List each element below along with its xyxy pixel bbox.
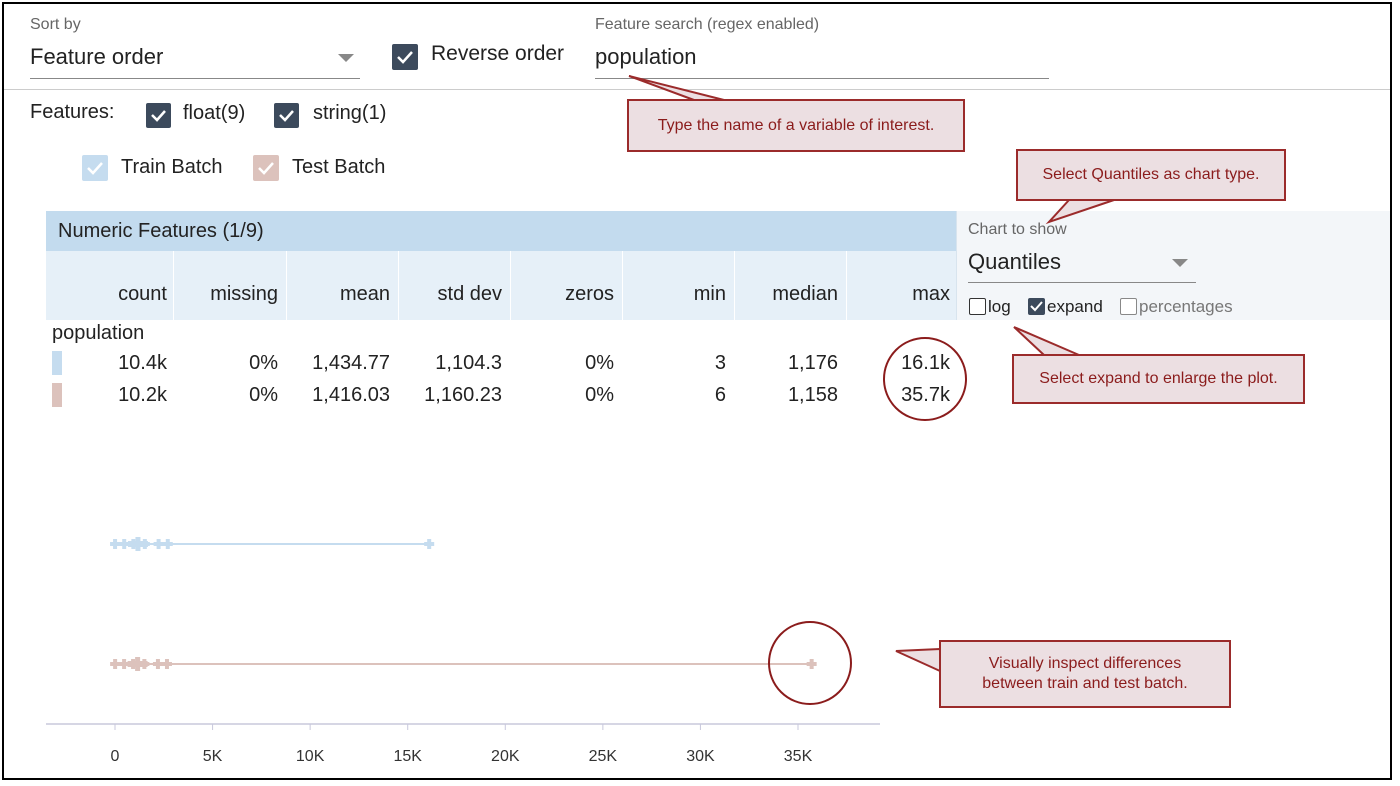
callout-expand-text: Select expand to enlarge the plot. [1039,370,1278,387]
callout-chart-type: Select Quantiles as chart type. [1016,149,1286,201]
callout-inspect: Visually inspect differences between tra… [939,640,1231,708]
callout-expand: Select expand to enlarge the plot. [1012,354,1305,404]
pointer [628,75,725,101]
callout-inspect-text: Visually inspect differences between tra… [982,655,1188,692]
callout-search: Type the name of a variable of interest. [627,99,965,152]
callout-search-text: Type the name of a variable of interest. [657,117,935,134]
facets-overview-panel: Sort by Feature order Reverse order Feat… [2,2,1392,780]
callout-chart-type-text: Select Quantiles as chart type. [1042,166,1260,183]
pointer [1045,199,1115,225]
pointer [895,647,941,673]
pointer [1013,326,1080,356]
